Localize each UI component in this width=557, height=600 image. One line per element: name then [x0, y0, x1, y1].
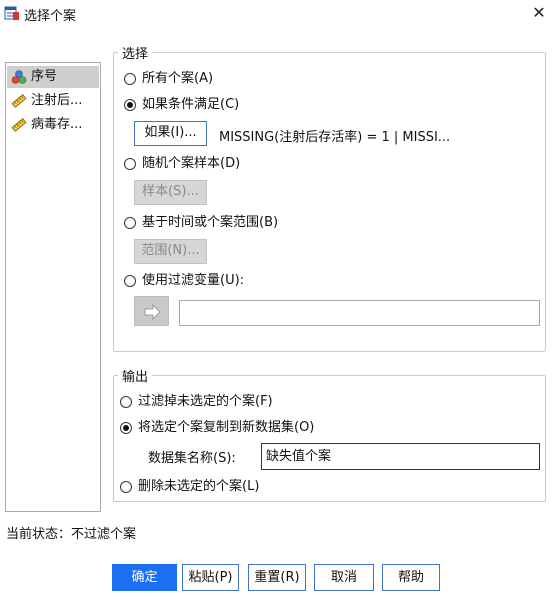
variable-item-serial[interactable]: 序号 [7, 66, 99, 88]
dataset-name-input[interactable]: 缺失值个案 [261, 443, 540, 470]
variable-item-virus[interactable]: 病毒存... [7, 114, 99, 136]
output-group-title: 输出 [118, 366, 153, 385]
radio-copy-to-dataset[interactable]: 将选定个案复制到新数据集(O) [120, 419, 314, 437]
window-title: 选择个案 [24, 9, 77, 24]
sample-button[interactable]: 样本(S)... [134, 180, 207, 205]
if-button[interactable]: 如果(I)... [134, 121, 207, 146]
radio-circle [124, 275, 136, 287]
condition-text: MISSING(注射后存活率) = 1 | MISSI... [219, 130, 451, 145]
radio-label: 过滤掉未选定的个案(F) [138, 394, 273, 409]
dataset-name-label: 数据集名称(S): [148, 451, 236, 466]
filter-variable-field[interactable] [179, 300, 540, 326]
radio-circle [124, 73, 136, 85]
radio-label: 随机个案样本(D) [142, 156, 241, 171]
radio-filter-variable[interactable]: 使用过滤变量(U): [124, 272, 244, 290]
cancel-button[interactable]: 取消 [314, 564, 374, 591]
radio-circle [120, 422, 132, 434]
scale-variable-icon [11, 94, 27, 108]
radio-if-condition[interactable]: 如果条件满足(C) [124, 96, 239, 114]
close-icon[interactable]: ✕ [528, 3, 550, 23]
title-bar: 选择个案 ✕ [0, 0, 557, 28]
variable-label: 序号 [31, 69, 58, 84]
range-button[interactable]: 范围(N)... [134, 239, 207, 264]
radio-delete-unselected[interactable]: 删除未选定的个案(L) [120, 478, 259, 496]
radio-label: 所有个案(A) [142, 71, 214, 86]
radio-circle [120, 481, 132, 493]
paste-button[interactable]: 粘贴(P) [182, 564, 239, 591]
radio-label: 将选定个案复制到新数据集(O) [138, 420, 315, 435]
radio-circle [120, 396, 132, 408]
radio-random-sample[interactable]: 随机个案样本(D) [124, 155, 240, 173]
ok-button[interactable]: 确定 [112, 564, 177, 591]
radio-circle [124, 99, 136, 111]
radio-all-cases[interactable]: 所有个案(A) [124, 70, 213, 88]
select-group-title: 选择 [118, 43, 153, 62]
radio-label: 如果条件满足(C) [142, 97, 240, 112]
radio-circle [124, 158, 136, 170]
variable-item-survival[interactable]: 注射后... [7, 90, 99, 112]
arrow-right-icon [144, 304, 161, 320]
radio-label: 基于时间或个案范围(B) [142, 215, 279, 230]
move-variable-button[interactable] [134, 296, 169, 326]
variable-label: 注射后... [31, 93, 83, 108]
reset-button[interactable]: 重置(R) [248, 564, 306, 591]
radio-label: 删除未选定的个案(L) [138, 479, 260, 494]
radio-filter-unselected[interactable]: 过滤掉未选定的个案(F) [120, 393, 273, 411]
variable-label: 病毒存... [31, 117, 83, 132]
radio-time-range[interactable]: 基于时间或个案范围(B) [124, 214, 278, 232]
scale-variable-icon [11, 118, 27, 132]
current-status: 当前状态：不过滤个案 [6, 527, 137, 542]
radio-circle [124, 217, 136, 229]
nominal-variable-icon [11, 70, 27, 84]
help-button[interactable]: 帮助 [382, 564, 440, 591]
variable-list[interactable]: 序号 注射后... 病毒存... [5, 62, 101, 512]
app-icon [4, 6, 19, 20]
radio-label: 使用过滤变量(U): [142, 273, 245, 288]
